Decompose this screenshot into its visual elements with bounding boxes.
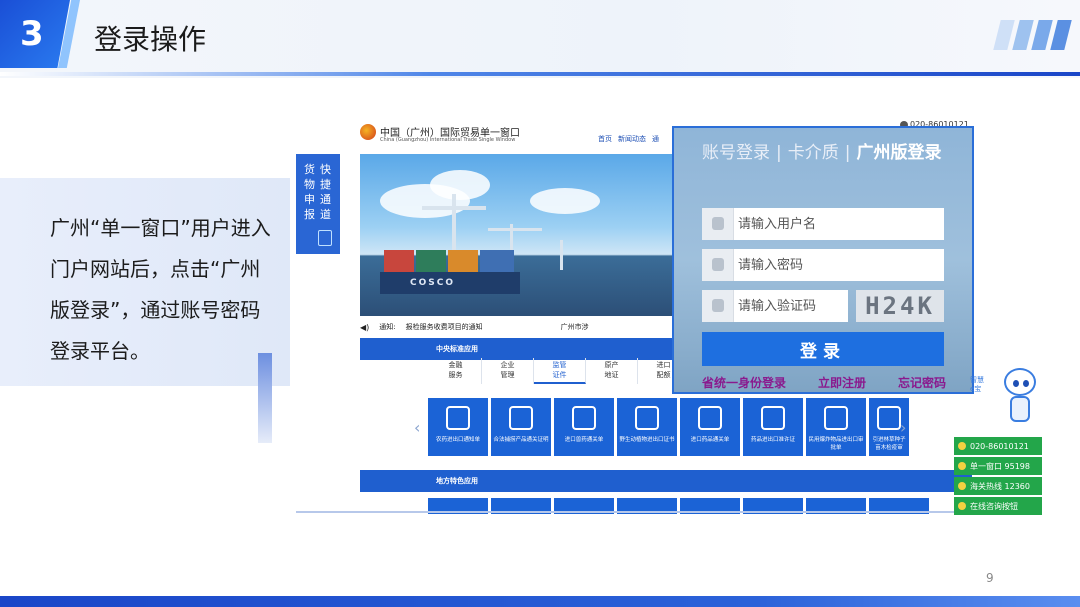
tab-card-login[interactable]: 卡介质 [788, 143, 839, 163]
login-links: 省统一身份登录 立即注册 忘记密码 [702, 374, 946, 391]
crane [488, 228, 542, 231]
phone-icon [958, 462, 966, 470]
screenshot-border [296, 511, 976, 513]
lock-icon [702, 249, 734, 281]
drug-doc-icon [698, 406, 722, 430]
robot-eye [1023, 380, 1029, 387]
portal-logo-icon [360, 124, 376, 140]
notice-link[interactable]: 报检服务收费项目的通知 [406, 322, 483, 332]
containers [384, 250, 414, 274]
cloud [430, 170, 490, 200]
description-text: 广州“单一窗口”用户进入门户网站后，点击“广州版登录”，通过账号密码登录平台。 [50, 216, 271, 363]
username-field [702, 208, 944, 240]
next-arrow-icon[interactable]: › [900, 418, 906, 437]
assistant-label: 智慧 e宝 [970, 376, 984, 393]
chat-icon [958, 502, 966, 510]
vet-drug-icon [572, 406, 596, 430]
cloud [530, 188, 600, 214]
phone-icon [958, 442, 966, 450]
central-apps-label: 中央标准应用 [436, 345, 478, 353]
shield-icon [702, 290, 734, 322]
tab-origin[interactable]: 原产 地证 [586, 358, 638, 384]
explosive-icon [824, 406, 848, 430]
notice-bar: ◀) 通知: 报检服务收费项目的通知 广州市涉 [360, 320, 672, 334]
password-input[interactable] [738, 249, 938, 281]
nav-item-more[interactable]: 通 [652, 134, 659, 144]
forgot-password-link[interactable]: 忘记密码 [898, 374, 946, 391]
nav-item-news[interactable]: 新闻动态 [618, 134, 646, 144]
slide-header: 3 登录操作 [0, 0, 1080, 78]
nav-item-home[interactable]: 首页 [598, 134, 612, 144]
prev-arrow-icon[interactable]: ‹ [414, 418, 420, 437]
local-apps-band: 地方特色应用 [360, 470, 972, 492]
seedling-icon [877, 406, 901, 430]
phone-icon [958, 482, 966, 490]
contact-portal-phone[interactable]: 020-86010121 [954, 437, 1042, 455]
app-tile[interactable]: 合法捕捞产品通关证明 [491, 398, 551, 456]
category-tabs: 金融 服务 企业 管理 监管 证件 原产 地证 进口 配额 [430, 358, 690, 384]
speaker-icon: ◀) [360, 322, 370, 332]
login-panel: 账号登录|卡介质|广州版登录 H24K 登录 省统一身份登录 立即注册 忘记密码 [672, 126, 974, 394]
local-apps-label: 地方特色应用 [436, 477, 478, 485]
app-tile[interactable]: 药品进出口准许证 [743, 398, 803, 456]
permit-icon [761, 406, 785, 430]
app-tile[interactable]: 野生动植物进出口证书 [617, 398, 677, 456]
header-divider [0, 72, 1080, 76]
portal-nav: 首页 新闻动态 通 [598, 134, 659, 144]
contact-single-window[interactable]: 单一窗口 95198 [954, 457, 1042, 475]
central-apps-band: 中央标准应用 [360, 338, 672, 360]
slide-title: 登录操作 [94, 23, 207, 56]
user-icon [702, 208, 734, 240]
quick-declare-tab[interactable]: 货快 物捷 申通 报道 [296, 154, 340, 254]
card-stripe [258, 353, 272, 443]
register-link[interactable]: 立即注册 [818, 374, 866, 391]
containers [480, 250, 514, 274]
robot-head [1004, 368, 1036, 396]
footer-bar [0, 596, 1080, 607]
pesticide-icon [446, 406, 470, 430]
captcha-image[interactable]: H24K [856, 290, 944, 322]
login-button[interactable]: 登录 [702, 332, 944, 366]
tab-finance[interactable]: 金融 服务 [430, 358, 482, 384]
containers [416, 250, 446, 274]
quick-declare-label: 货快 物捷 申通 报道 [304, 163, 331, 221]
contact-panel: 020-86010121 单一窗口 95198 海关热线 12360 在线咨询按… [954, 437, 1042, 517]
contact-customs-hotline[interactable]: 海关热线 12360 [954, 477, 1042, 495]
contact-online-chat[interactable]: 在线咨询按钮 [954, 497, 1042, 515]
crane [422, 206, 486, 210]
tab-guangzhou-login[interactable]: 广州版登录 [856, 143, 941, 163]
notice-label: 通知: [379, 323, 396, 331]
robot-eye [1013, 380, 1019, 387]
clipboard-icon [318, 230, 332, 246]
app-tile[interactable]: 进口兽药通关单 [554, 398, 614, 456]
ship-label: COSCO [410, 278, 455, 288]
password-field [702, 249, 944, 281]
section-number-badge: 3 [0, 0, 70, 68]
unified-login-link[interactable]: 省统一身份登录 [702, 374, 786, 391]
captcha-field [702, 290, 848, 322]
fishing-icon [509, 406, 533, 430]
crane [560, 240, 563, 270]
port-banner-image: COSCO [360, 154, 672, 316]
decorative-bars [993, 20, 1072, 50]
login-tabs: 账号登录 | 卡介质 | 广州版登录 [702, 143, 942, 163]
portal-name-en: China (Guangzhou) International Trade Si… [380, 137, 516, 143]
app-tile[interactable]: 民用爆炸物品进出口审批单 [806, 398, 866, 456]
wildlife-icon [635, 406, 659, 430]
portal-screenshot: 中国（广州）国际贸易单一窗口 China (Guangzhou) Interna… [296, 112, 976, 514]
app-tile[interactable]: 进口药品通关单 [680, 398, 740, 456]
tab-certificates[interactable]: 监管 证件 [534, 358, 586, 384]
app-tile[interactable]: 农药进出口通知单 [428, 398, 488, 456]
description-card: 广州“单一窗口”用户进入门户网站后，点击“广州版登录”，通过账号密码登录平台。 [0, 178, 290, 443]
assistant-robot-icon[interactable] [1000, 368, 1040, 430]
tab-account-login[interactable]: 账号登录 [702, 143, 770, 163]
captcha-input[interactable] [738, 290, 844, 322]
tab-enterprise[interactable]: 企业 管理 [482, 358, 534, 384]
page-number: 9 [986, 571, 994, 585]
app-tiles: 农药进出口通知单 合法捕捞产品通关证明 进口兽药通关单 野生动植物进出口证书 进… [428, 398, 909, 456]
containers [448, 250, 478, 274]
username-input[interactable] [738, 208, 938, 240]
notice-link-2[interactable]: 广州市涉 [561, 322, 589, 332]
robot-body [1010, 396, 1030, 422]
